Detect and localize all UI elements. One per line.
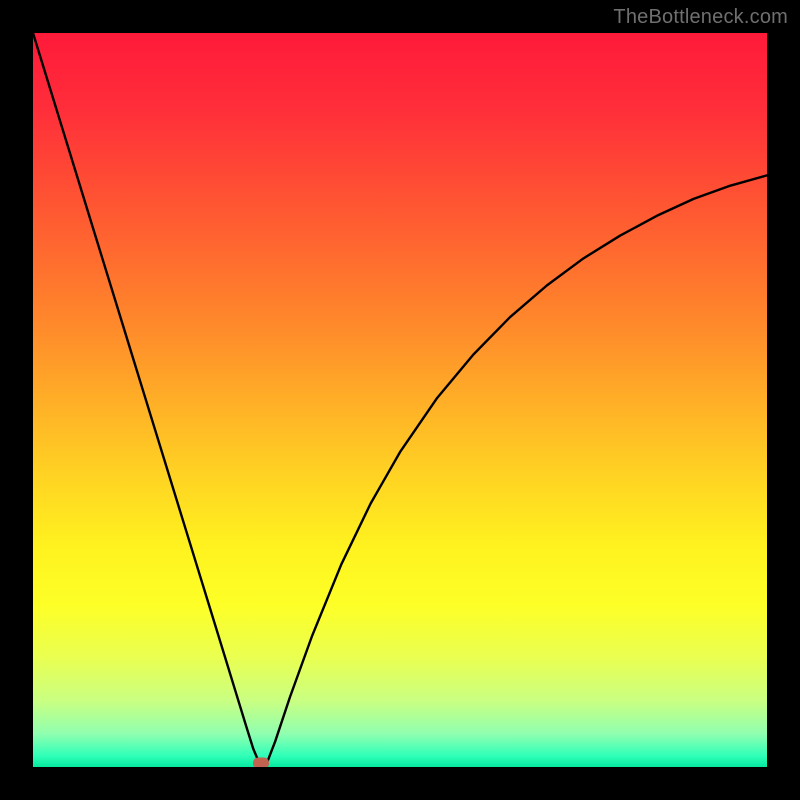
chart-canvas: TheBottleneck.com bbox=[0, 0, 800, 800]
min-marker bbox=[253, 758, 269, 767]
plot-area bbox=[33, 33, 767, 767]
series-curve bbox=[33, 33, 767, 766]
curve-layer bbox=[33, 33, 767, 767]
site-watermark: TheBottleneck.com bbox=[613, 6, 788, 29]
